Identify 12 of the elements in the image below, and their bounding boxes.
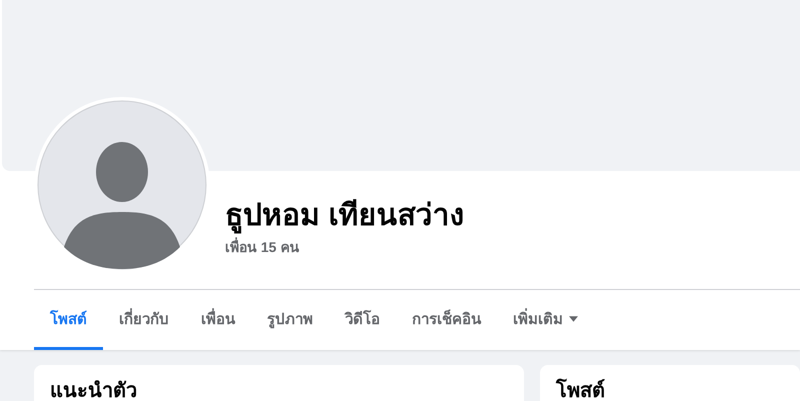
profile-tab[interactable]: เพื่อน [185, 290, 251, 350]
profile-tab[interactable]: รูปภาพ [251, 290, 329, 350]
more-menu-tab[interactable]: เพิ่มเติม [497, 290, 594, 350]
caret-icon [569, 316, 578, 322]
profile-tab[interactable]: การเช็คอิน [396, 290, 497, 350]
friends-count[interactable]: เพื่อน 15 คน [225, 238, 800, 256]
profile-tab[interactable]: โพสต์ [34, 290, 103, 350]
profile-name: ธูปหอม เทียนสว่าง [225, 198, 466, 234]
card-title: แนะนำตัว [50, 379, 138, 401]
card-title: โพสต์ [556, 378, 606, 401]
profile-tab[interactable]: วิดีโอ [329, 290, 396, 350]
profile-tab[interactable]: เกี่ยวกับ [103, 290, 185, 350]
